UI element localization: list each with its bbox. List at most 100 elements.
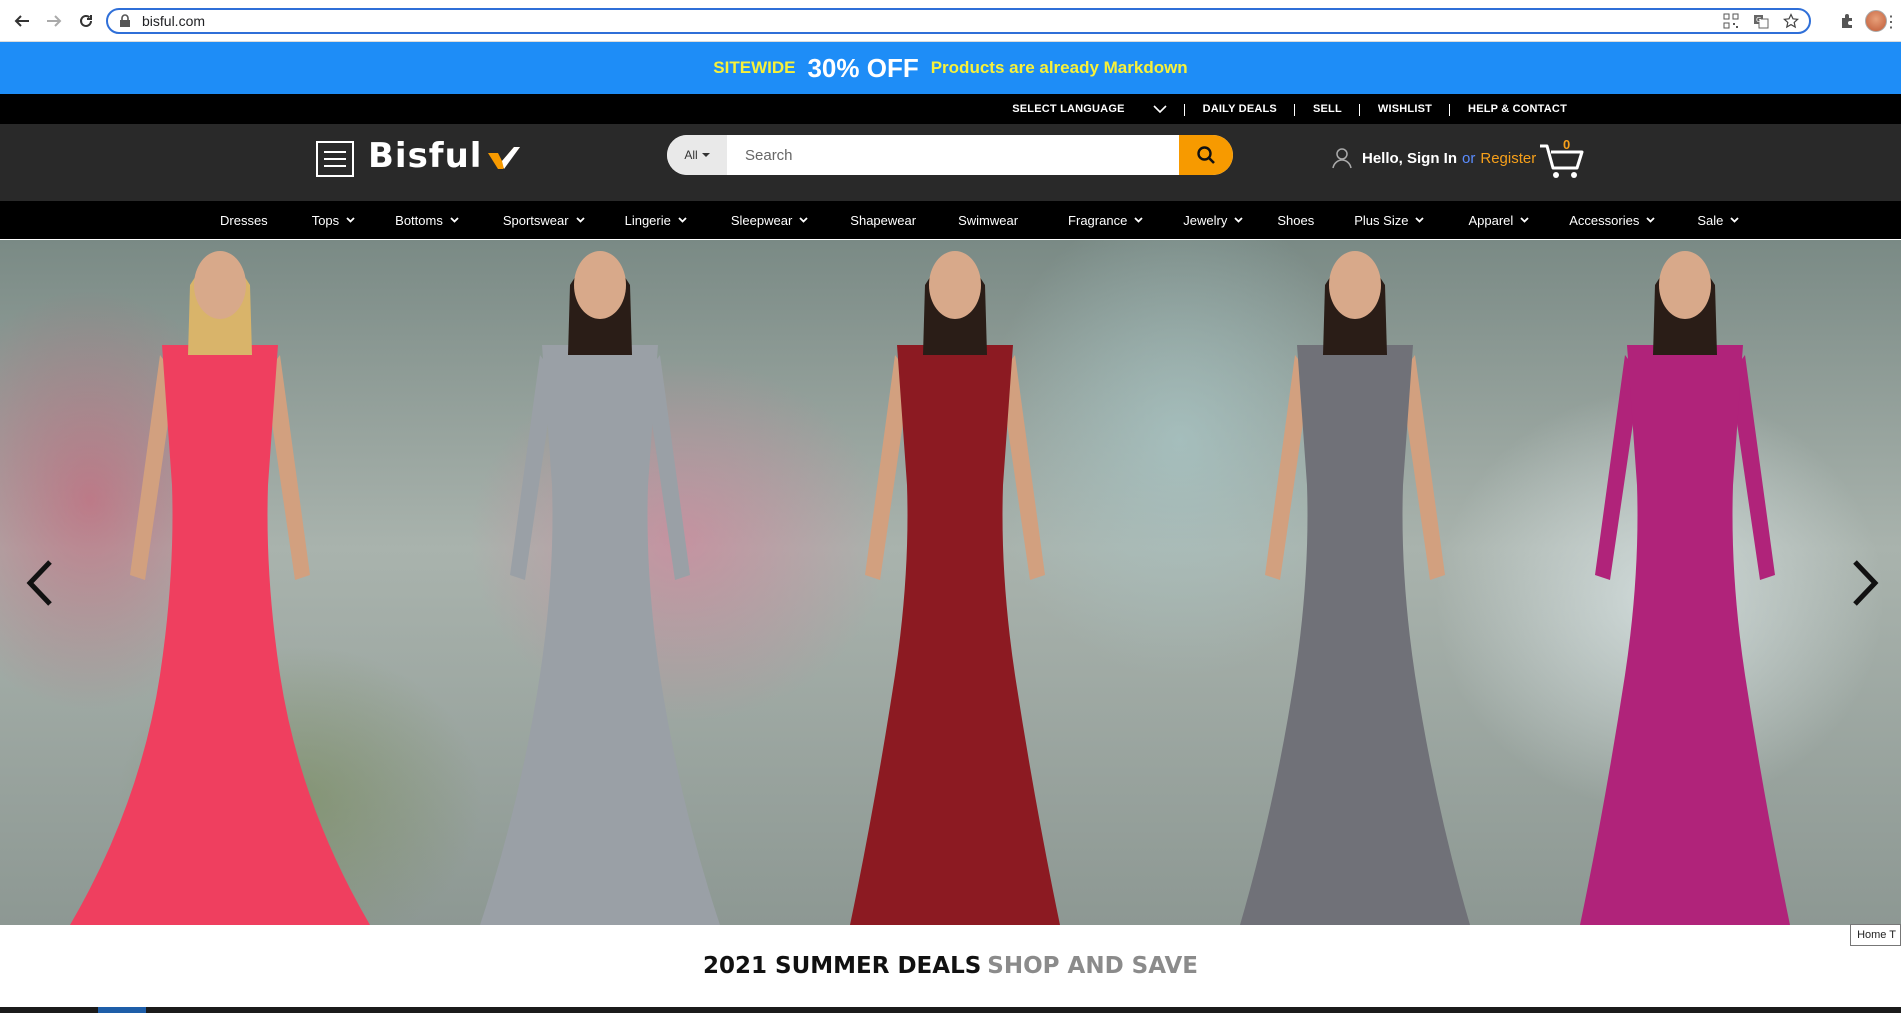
chevron-down-icon bbox=[1134, 217, 1143, 223]
category-label: Shapewear bbox=[850, 212, 917, 228]
category-label: Dresses bbox=[220, 212, 268, 228]
chevron-down-icon bbox=[1730, 217, 1740, 223]
chevron-left-icon bbox=[26, 560, 52, 606]
category-dresses[interactable]: Dresses bbox=[220, 213, 268, 228]
svg-text:G: G bbox=[1756, 16, 1761, 24]
chevron-down-icon bbox=[450, 217, 459, 223]
chevron-down-icon bbox=[1520, 217, 1529, 223]
logo-text: Bisful bbox=[368, 136, 483, 176]
browser-toolbar: bisful.com G ⋮ bbox=[0, 0, 1901, 42]
hero-model-5 bbox=[1580, 251, 1790, 925]
category-label: Accessories bbox=[1569, 212, 1640, 228]
category-tops[interactable]: Tops bbox=[312, 213, 355, 228]
sell-link[interactable]: SELL bbox=[1295, 103, 1360, 116]
chevron-down-icon bbox=[1153, 105, 1167, 114]
chevron-right-icon bbox=[1853, 560, 1879, 606]
promo-banner[interactable]: SITEWIDE 30% OFF Products are already Ma… bbox=[0, 42, 1901, 94]
category-label: Lingerie bbox=[624, 212, 671, 228]
hero-model-3 bbox=[850, 251, 1060, 925]
category-swimwear[interactable]: Swimwear bbox=[958, 213, 1018, 228]
category-accessories[interactable]: Accessories bbox=[1569, 213, 1655, 228]
category-shoes[interactable]: Shoes bbox=[1277, 213, 1314, 228]
wishlist-link[interactable]: WISHLIST bbox=[1360, 103, 1451, 116]
address-bar[interactable]: bisful.com G bbox=[106, 8, 1811, 34]
category-plus-size[interactable]: Plus Size bbox=[1354, 212, 1425, 228]
language-label: SELECT LANGUAGE bbox=[1012, 103, 1125, 115]
category-label: Plus Size bbox=[1354, 212, 1409, 228]
browser-menu-icon[interactable]: ⋮ bbox=[1883, 12, 1899, 32]
category-label: Tops bbox=[311, 212, 340, 228]
chevron-down-icon bbox=[799, 217, 808, 223]
back-arrow-icon bbox=[14, 14, 29, 27]
back-button[interactable] bbox=[8, 7, 36, 35]
hero-banner[interactable] bbox=[0, 240, 1901, 925]
category-jewelry[interactable]: Jewelry bbox=[1183, 212, 1244, 228]
forward-button[interactable] bbox=[40, 7, 68, 35]
chevron-down-icon bbox=[1646, 217, 1655, 223]
category-shapewear[interactable]: Shapewear bbox=[850, 213, 916, 228]
category-sale[interactable]: Sale bbox=[1697, 213, 1740, 228]
daily-deals-link[interactable]: DAILY DEALS bbox=[1185, 103, 1296, 116]
category-label: Bottoms bbox=[395, 212, 443, 228]
language-selector[interactable]: SELECT LANGUAGE bbox=[994, 103, 1186, 116]
category-lingerie[interactable]: Lingerie bbox=[625, 213, 687, 228]
cart-count: 0 bbox=[1563, 137, 1571, 152]
search-bar: All bbox=[667, 135, 1233, 175]
site-logo[interactable]: Bisful bbox=[368, 136, 522, 176]
search-icon bbox=[1197, 146, 1215, 164]
or-text: or bbox=[1462, 149, 1476, 167]
cart-button[interactable]: 0 bbox=[1538, 137, 1588, 180]
promo-message: Products are already Markdown bbox=[930, 58, 1188, 77]
bottom-strip bbox=[0, 1007, 1901, 1013]
hero-next-arrow[interactable] bbox=[1849, 558, 1883, 608]
chevron-down-icon bbox=[575, 217, 585, 223]
hero-model-2 bbox=[480, 251, 720, 925]
category-label: Apparel bbox=[1468, 212, 1514, 228]
bookmark-star-icon[interactable] bbox=[1783, 13, 1799, 29]
chevron-down-icon bbox=[1415, 217, 1425, 223]
utility-bar: SELECT LANGUAGE DAILY DEALS SELL WISHLIS… bbox=[0, 94, 1901, 124]
chevron-down-icon bbox=[678, 217, 687, 223]
register-link[interactable]: Register bbox=[1480, 150, 1536, 167]
deals-subtitle: SHOP AND SAVE bbox=[987, 953, 1198, 979]
extensions-puzzle-icon[interactable] bbox=[1839, 12, 1857, 30]
category-sportswear[interactable]: Sportswear bbox=[503, 213, 585, 228]
category-label: Fragrance bbox=[1068, 212, 1128, 228]
chevron-down-icon bbox=[346, 217, 355, 223]
search-button[interactable] bbox=[1179, 135, 1233, 175]
category-label: Jewelry bbox=[1183, 212, 1228, 228]
site-header: Bisful All Hello, Sign In or Register 0 bbox=[0, 124, 1901, 201]
chevron-down-icon bbox=[1234, 217, 1244, 223]
promo-sitewide: SITEWIDE bbox=[713, 58, 796, 77]
tooltip: Home T bbox=[1850, 924, 1901, 946]
category-label: Swimwear bbox=[958, 212, 1019, 228]
lock-icon bbox=[120, 14, 130, 27]
hero-prev-arrow[interactable] bbox=[22, 558, 56, 608]
search-category-dropdown[interactable]: All bbox=[667, 135, 727, 175]
user-icon[interactable] bbox=[1330, 146, 1354, 170]
search-category-label: All bbox=[684, 148, 698, 162]
logo-check-icon bbox=[488, 147, 521, 169]
hamburger-menu-icon[interactable] bbox=[316, 141, 354, 177]
sign-in-link[interactable]: Hello, Sign In bbox=[1362, 150, 1457, 167]
category-sleepwear[interactable]: Sleepwear bbox=[731, 213, 808, 228]
category-bottoms[interactable]: Bottoms bbox=[395, 213, 459, 228]
hero-model-4 bbox=[1240, 251, 1470, 925]
category-apparel[interactable]: Apparel bbox=[1468, 213, 1529, 228]
category-fragrance[interactable]: Fragrance bbox=[1068, 213, 1143, 228]
deals-heading: 2021 SUMMER DEALS SHOP AND SAVE bbox=[0, 925, 1901, 1007]
qr-code-icon[interactable] bbox=[1723, 13, 1739, 29]
help-contact-link[interactable]: HELP & CONTACT bbox=[1450, 103, 1585, 115]
reload-icon bbox=[80, 14, 92, 27]
promo-discount: 30% OFF bbox=[807, 52, 919, 83]
caret-down-icon bbox=[701, 153, 710, 157]
reload-button[interactable] bbox=[72, 7, 100, 35]
url-text: bisful.com bbox=[142, 13, 206, 29]
search-input[interactable] bbox=[727, 135, 1179, 175]
deals-title: 2021 SUMMER DEALS bbox=[703, 953, 982, 979]
category-nav: Dresses Tops Bottoms Sportswear Lingerie Slee… bbox=[0, 201, 1901, 239]
translate-icon[interactable]: G bbox=[1753, 13, 1769, 29]
shopping-cart-icon bbox=[1540, 144, 1584, 178]
category-label: Sportswear bbox=[502, 212, 569, 228]
category-label: Shoes bbox=[1277, 212, 1315, 228]
